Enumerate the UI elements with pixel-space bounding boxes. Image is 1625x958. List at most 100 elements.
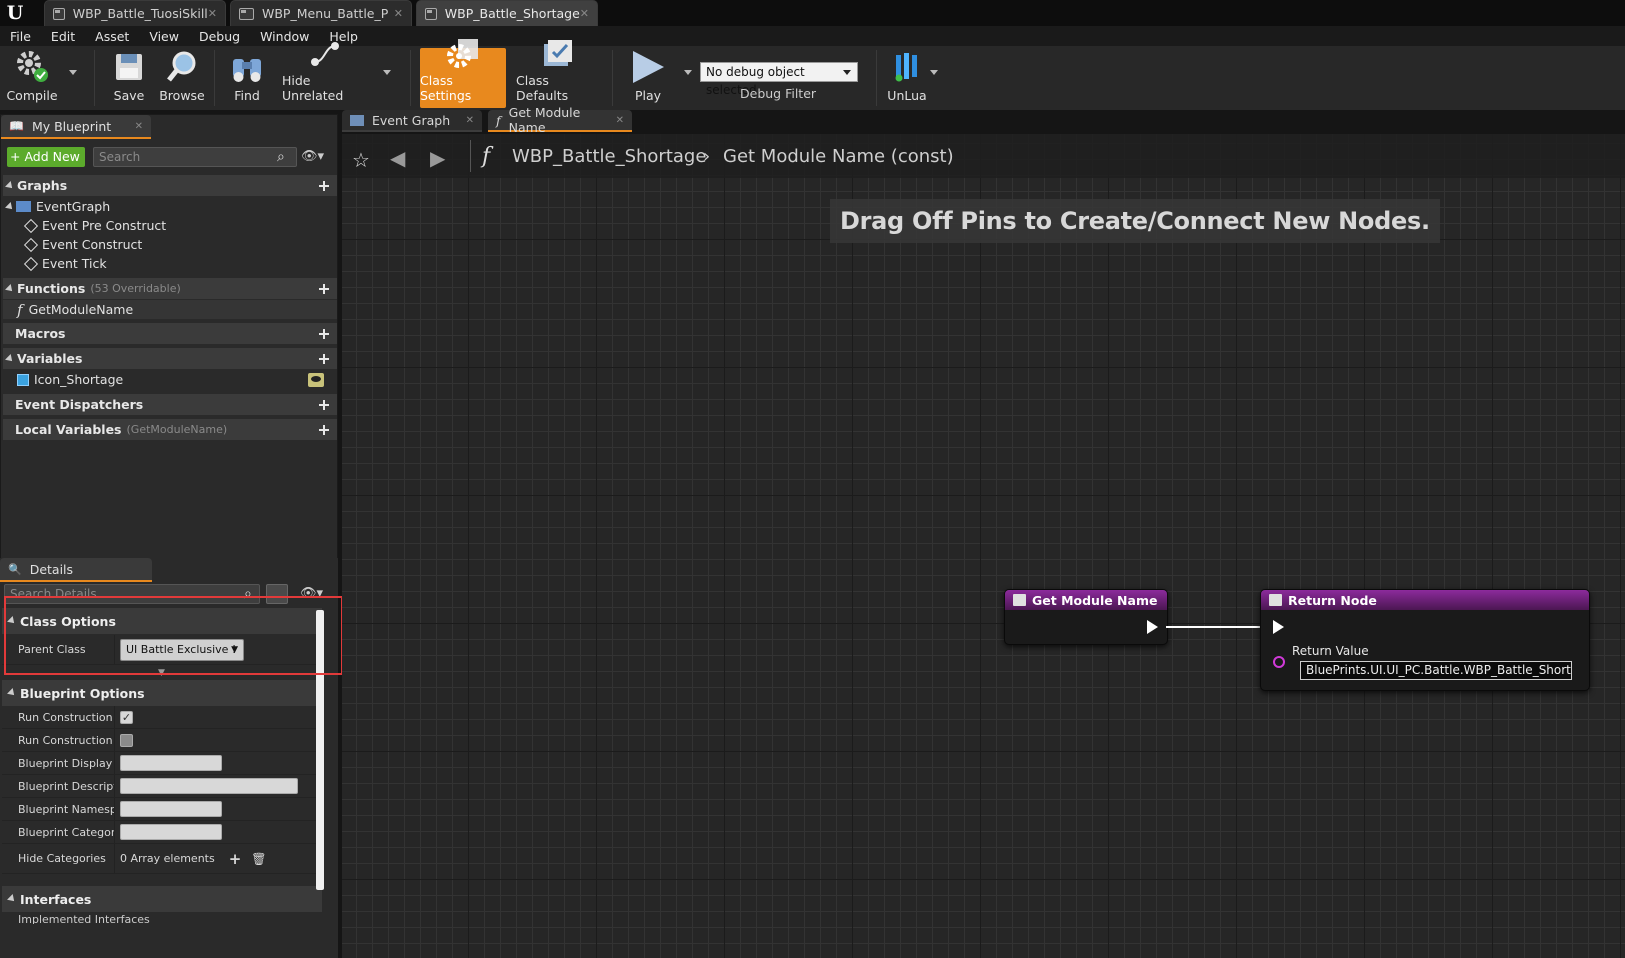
run-construction-script-row-1: Run Construction S ✓ (2, 706, 322, 729)
my-blueprint-search-input[interactable]: Search (93, 147, 297, 167)
plus-icon: + (10, 149, 21, 164)
exec-output-pin[interactable] (1147, 620, 1158, 634)
tab-event-graph[interactable]: Event Graph ✕ (342, 110, 482, 132)
class-defaults-button[interactable]: Class Defaults (516, 40, 600, 108)
play-triangle-icon (630, 48, 666, 85)
function-item-getmodulename[interactable]: f GetModuleName (3, 300, 337, 319)
trash-icon[interactable]: 🗑 (251, 852, 266, 866)
my-blueprint-tab[interactable]: 📖 My Blueprint ✕ (1, 115, 151, 139)
run-construction-checkbox-1[interactable]: ✓ (120, 710, 133, 724)
left-panel: 📖 My Blueprint ✕ + Add New ▼ Search ⌕ 👁▾… (0, 110, 338, 958)
debug-object-select[interactable]: No debug object selected (700, 62, 858, 97)
menu-edit[interactable]: Edit (41, 29, 85, 44)
view-options-eye-icon[interactable]: 👁▾ (301, 149, 324, 164)
graph-item-event-tick[interactable]: Event Tick (3, 254, 337, 273)
doc-tab-tuosiskill[interactable]: WBP_Battle_TuosiSkill ✕ (44, 0, 226, 26)
doc-tab-battle-shortage[interactable]: WBP_Battle_Shortage ✕ (416, 0, 598, 26)
add-function-plus-icon[interactable] (315, 280, 333, 298)
unreal-logo-icon: U (6, 2, 24, 24)
save-button[interactable]: Save (104, 48, 154, 108)
menu-file[interactable]: File (0, 29, 41, 44)
blueprint-description-field[interactable] (120, 778, 298, 794)
graph-item-event-construct[interactable]: Event Construct (3, 235, 337, 254)
add-element-plus-icon[interactable]: + (229, 850, 242, 868)
blueprint-options-category[interactable]: Blueprint Options (2, 680, 322, 706)
class-settings-button[interactable]: Class Settings (420, 39, 506, 108)
return-value-pin[interactable] (1273, 656, 1285, 668)
breadcrumb-blueprint[interactable]: WBP_Battle_Shortage (512, 146, 706, 167)
blueprint-category-row: Blueprint Category (2, 821, 322, 844)
doc-tab-menu-battle[interactable]: WBP_Menu_Battle_P ✕ (230, 0, 412, 26)
toolbar-separator (612, 50, 613, 106)
functions-category[interactable]: Functions (53 Overridable) (3, 278, 337, 299)
hide-unrelated-dropdown[interactable] (383, 70, 391, 75)
play-options-dropdown[interactable] (684, 70, 692, 75)
find-button[interactable]: Find (222, 48, 272, 108)
compile-options-dropdown[interactable] (69, 70, 77, 75)
menu-view[interactable]: View (139, 29, 189, 44)
details-tab[interactable]: 🔍 Details (0, 558, 152, 582)
close-icon[interactable]: ✕ (580, 7, 589, 20)
toolbar-separator (214, 50, 215, 106)
event-diamond-icon (23, 256, 39, 271)
function-f-icon: f (17, 300, 23, 319)
unlua-dropdown[interactable] (930, 70, 938, 75)
variable-item-icon-shortage[interactable]: Icon_Shortage (3, 370, 337, 389)
collapse-arrow-icon (5, 180, 15, 191)
close-icon[interactable]: ✕ (466, 115, 474, 126)
event-dispatchers-category[interactable]: Event Dispatchers (3, 394, 337, 415)
play-button[interactable]: Play (622, 48, 674, 108)
visibility-eye-icon[interactable] (308, 372, 324, 387)
blueprint-display-name-field[interactable] (120, 755, 222, 771)
close-icon[interactable]: ✕ (394, 7, 403, 20)
graph-item-event-pre-construct[interactable]: Event Pre Construct (3, 216, 337, 235)
local-variables-category[interactable]: Local Variables (GetModuleName) (3, 419, 337, 440)
tab-get-module-name[interactable]: f Get Module Name ✕ (488, 105, 632, 135)
blueprint-namespace-row: Blueprint Namespa (2, 798, 322, 821)
back-arrow-icon[interactable]: ◀ (390, 146, 405, 170)
binoculars-icon (229, 48, 265, 85)
book-icon: 📖 (9, 119, 24, 133)
add-macro-plus-icon[interactable] (315, 325, 333, 343)
graph-canvas[interactable] (342, 134, 1625, 958)
add-dispatcher-plus-icon[interactable] (315, 396, 333, 414)
close-icon[interactable]: ✕ (616, 115, 624, 126)
blueprint-category-field[interactable] (120, 824, 222, 840)
blueprint-display-name-row: Blueprint Display N (2, 752, 322, 775)
close-icon[interactable]: ✕ (135, 121, 143, 132)
exec-input-pin[interactable] (1273, 620, 1284, 634)
event-diamond-icon (23, 237, 39, 252)
browse-button[interactable]: Browse (156, 48, 208, 108)
add-new-button[interactable]: + Add New ▼ (7, 147, 85, 184)
interfaces-category[interactable]: Interfaces (2, 886, 322, 912)
breadcrumb-function[interactable]: Get Module Name (const) (723, 146, 954, 167)
graph-tab-strip: Event Graph ✕ f Get Module Name ✕ (338, 105, 1625, 135)
add-variable-plus-icon[interactable] (315, 350, 333, 368)
run-construction-checkbox-2[interactable] (120, 733, 133, 747)
graph-item-eventgraph[interactable]: EventGraph (3, 197, 337, 216)
search-icon: ⌕ (277, 149, 285, 165)
return-value-field[interactable]: BluePrints.UI.UI_PC.Battle.WBP_Battle_Sh… (1300, 661, 1572, 680)
unlua-button[interactable]: UnLua (882, 48, 932, 108)
close-icon[interactable]: ✕ (208, 7, 217, 20)
hide-categories-row: Hide Categories 0 Array elements + 🗑 (2, 844, 322, 874)
menu-asset[interactable]: Asset (85, 29, 139, 44)
add-local-variable-plus-icon[interactable] (315, 421, 333, 439)
collapse-arrow-icon (7, 894, 17, 904)
magnifier-icon (165, 48, 199, 85)
hide-unrelated-button[interactable]: Hide Unrelated (282, 42, 368, 108)
blueprint-description-row: Blueprint Descriptio (2, 775, 322, 798)
graphs-category[interactable]: Graphs (3, 175, 337, 196)
blueprint-namespace-field[interactable] (120, 801, 222, 817)
toolbar-separator (876, 50, 877, 106)
add-graph-plus-icon[interactable] (315, 177, 333, 195)
macros-category[interactable]: Macros (3, 323, 337, 344)
entry-node-get-module-name[interactable]: Get Module Name (1004, 589, 1168, 645)
function-f-icon: f (496, 112, 501, 128)
compile-button[interactable]: Compile (4, 48, 60, 108)
menu-debug[interactable]: Debug (189, 29, 250, 44)
class-defaults-checklist-icon (539, 36, 577, 70)
favorite-star-icon[interactable]: ☆ (352, 148, 370, 172)
forward-arrow-icon[interactable]: ▶ (430, 146, 445, 170)
variables-category[interactable]: Variables (3, 348, 337, 369)
